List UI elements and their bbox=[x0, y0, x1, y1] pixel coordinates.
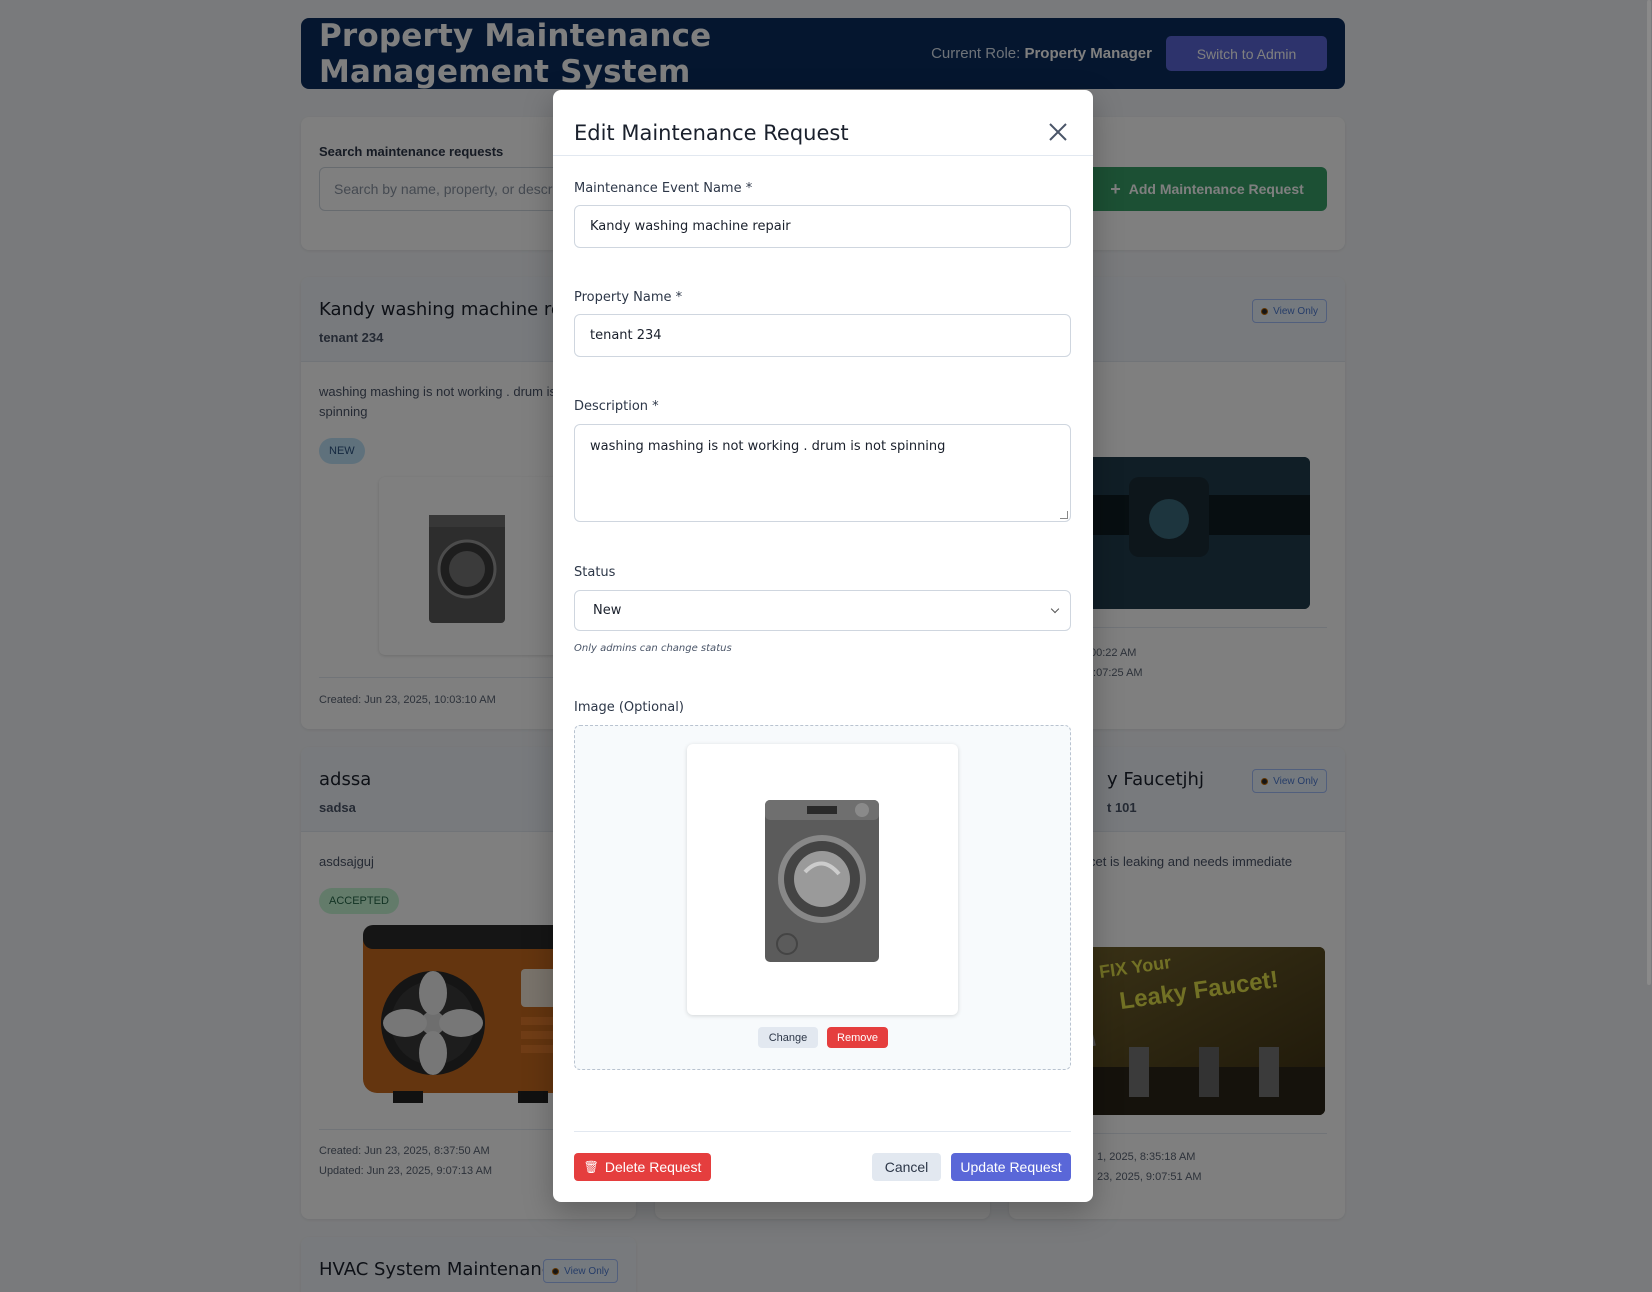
chevron-down-icon bbox=[1050, 604, 1060, 614]
change-image-button[interactable]: Change bbox=[758, 1027, 818, 1048]
status-hint: Only admins can change status bbox=[574, 643, 732, 654]
update-request-button[interactable]: Update Request bbox=[951, 1153, 1071, 1181]
description-textarea[interactable]: washing mashing is not working . drum is… bbox=[574, 424, 1071, 522]
close-icon[interactable] bbox=[1049, 123, 1067, 141]
delete-request-button[interactable]: 🗑 Delete Request bbox=[574, 1153, 711, 1181]
washing-machine-image bbox=[765, 800, 879, 962]
trash-icon: 🗑 bbox=[583, 1160, 599, 1174]
image-label: Image (Optional) bbox=[574, 700, 684, 715]
status-label: Status bbox=[574, 565, 616, 580]
scrollbar[interactable] bbox=[1646, 0, 1652, 1292]
event-name-label: Maintenance Event Name * bbox=[574, 181, 753, 196]
description-text: washing mashing is not working . drum is… bbox=[590, 439, 946, 454]
image-upload-area[interactable]: Change Remove bbox=[574, 725, 1071, 1070]
footer-divider bbox=[574, 1131, 1071, 1132]
resize-handle[interactable] bbox=[1060, 511, 1068, 519]
status-value: New bbox=[593, 603, 622, 618]
delete-label: Delete Request bbox=[604, 1159, 702, 1175]
scroll-thumb[interactable] bbox=[1647, 0, 1651, 985]
property-name-label: Property Name * bbox=[574, 290, 683, 305]
image-preview bbox=[687, 744, 958, 1015]
status-select[interactable]: New bbox=[574, 590, 1071, 631]
cancel-button[interactable]: Cancel bbox=[872, 1153, 941, 1181]
property-name-input[interactable]: tenant 234 bbox=[574, 314, 1071, 357]
modal-title: Edit Maintenance Request bbox=[574, 121, 849, 145]
remove-image-button[interactable]: Remove bbox=[827, 1027, 888, 1048]
description-label: Description * bbox=[574, 399, 659, 414]
edit-request-modal: Edit Maintenance Request Maintenance Eve… bbox=[553, 90, 1093, 1202]
page: Property Maintenance Management System C… bbox=[0, 0, 1652, 1292]
event-name-input[interactable]: Kandy washing machine repair bbox=[574, 205, 1071, 248]
modal-header: Edit Maintenance Request bbox=[553, 90, 1093, 156]
